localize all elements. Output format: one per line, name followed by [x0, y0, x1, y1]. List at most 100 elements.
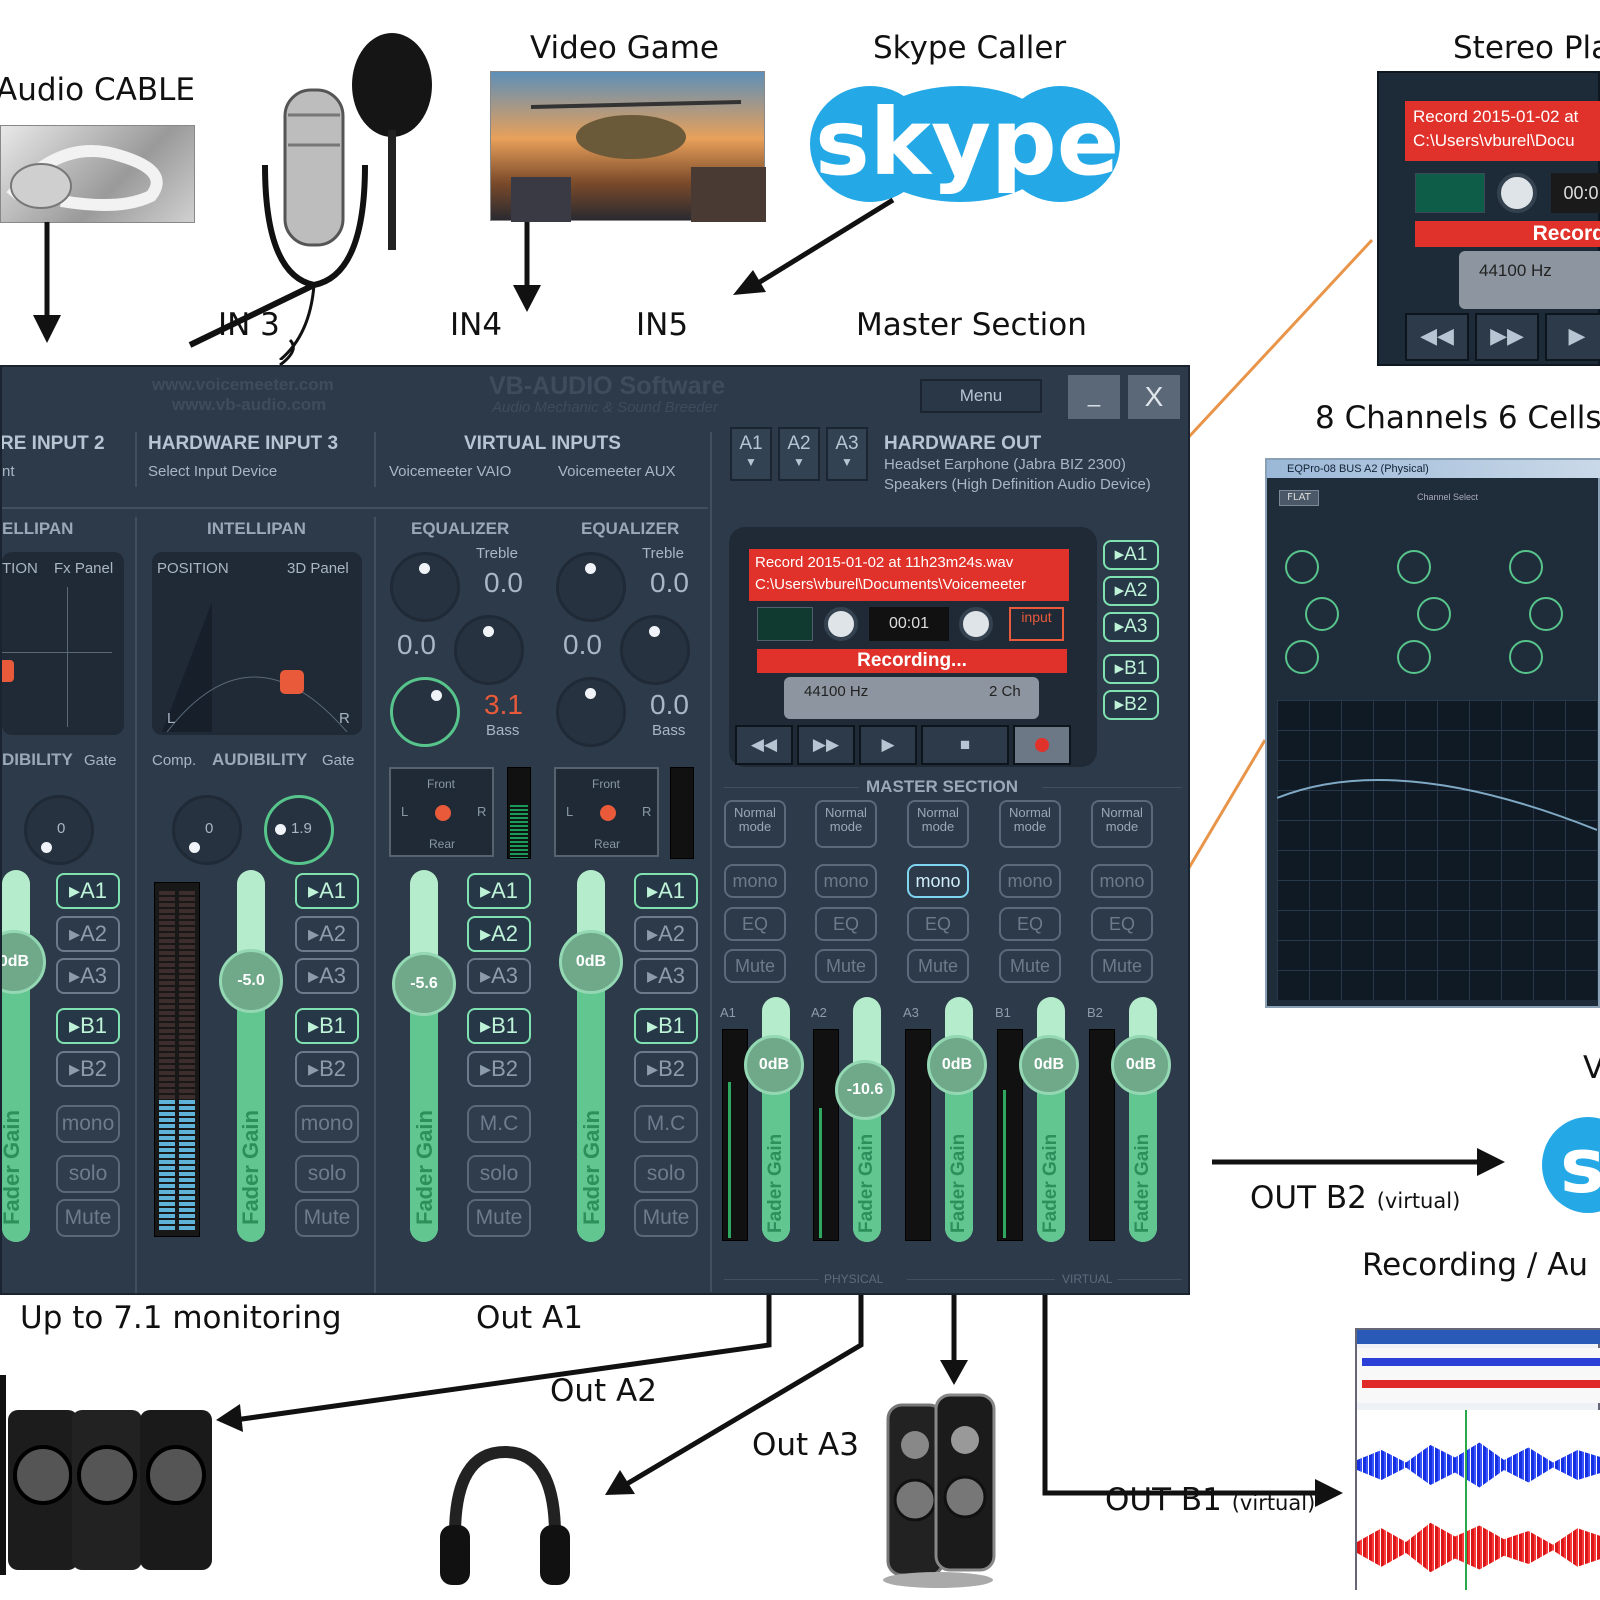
- normal-mode-button-b1[interactable]: Normal mode: [999, 800, 1061, 848]
- master-gain-knob-a2[interactable]: -10.6: [835, 1060, 895, 1120]
- strip-3-b2-button[interactable]: ▸B2: [295, 1051, 359, 1087]
- recorder-b1-button[interactable]: ▸B1: [1103, 654, 1159, 684]
- comp-3-knob[interactable]: 0: [172, 795, 242, 865]
- vaio-a3-button[interactable]: ▸A3: [467, 958, 531, 994]
- normal-mode-button-a3[interactable]: Normal mode: [907, 800, 969, 848]
- strip-3-mute-button[interactable]: Mute: [295, 1199, 359, 1237]
- aux-a2-button[interactable]: ▸A2: [634, 916, 698, 952]
- strip-2-a2-button[interactable]: ▸A2: [56, 916, 120, 952]
- master-gain-knob-a3[interactable]: 0dB: [927, 1035, 987, 1095]
- strip-2-a1-button[interactable]: ▸A1: [56, 873, 120, 909]
- strip-3-a2-button[interactable]: ▸A2: [295, 916, 359, 952]
- strip-3-a3-button[interactable]: ▸A3: [295, 958, 359, 994]
- pan-2-handle[interactable]: [2, 660, 14, 682]
- master-eq-button-a2[interactable]: EQ: [815, 907, 877, 941]
- vaio-solo-button[interactable]: solo: [467, 1155, 531, 1193]
- normal-mode-button-a2[interactable]: Normal mode: [815, 800, 877, 848]
- master-eq-button-a3[interactable]: EQ: [907, 907, 969, 941]
- master-mute-button-b1[interactable]: Mute: [999, 949, 1061, 983]
- strip-2-a3-button[interactable]: ▸A3: [56, 958, 120, 994]
- surround-2-handle[interactable]: [600, 805, 616, 821]
- master-eq-button-b1[interactable]: EQ: [999, 907, 1061, 941]
- strip-2-b1-button[interactable]: ▸B1: [56, 1008, 120, 1044]
- master-mute-button-a3[interactable]: Mute: [907, 949, 969, 983]
- strip-2-mute-button[interactable]: Mute: [56, 1199, 120, 1237]
- strip-2-b2-button[interactable]: ▸B2: [56, 1051, 120, 1087]
- pan-pad-3[interactable]: POSITION 3D Panel L R: [152, 552, 362, 735]
- hw-out-a3-select[interactable]: A3 ▼: [826, 427, 868, 481]
- strip-3-b1-button[interactable]: ▸B1: [295, 1008, 359, 1044]
- master-eq-button-b2[interactable]: EQ: [1091, 907, 1153, 941]
- aux-gain-knob[interactable]: 0dB: [559, 930, 623, 994]
- eq2-mid-knob[interactable]: [620, 615, 690, 685]
- eq1-treble-knob[interactable]: [390, 552, 460, 622]
- pan-3-handle[interactable]: [280, 670, 304, 694]
- aux-b1-button[interactable]: ▸B1: [634, 1008, 698, 1044]
- hw-input-3-device[interactable]: Select Input Device: [148, 463, 277, 480]
- player-forward-button[interactable]: ▶▶: [1475, 313, 1539, 361]
- recorder-a3-button[interactable]: ▸A3: [1103, 612, 1159, 642]
- strip-3-solo-button[interactable]: solo: [295, 1155, 359, 1193]
- master-mono-button-a1[interactable]: mono: [724, 864, 786, 898]
- strip-2-mono-button[interactable]: mono: [56, 1105, 120, 1143]
- hw-out-a1-select[interactable]: A1 ▼: [730, 427, 772, 481]
- master-mono-button-b2[interactable]: mono: [1091, 864, 1153, 898]
- recorder-b2-button[interactable]: ▸B2: [1103, 690, 1159, 720]
- vaio-b2-button[interactable]: ▸B2: [467, 1051, 531, 1087]
- gate-2-knob[interactable]: 0: [24, 795, 94, 865]
- eq1-bass-knob[interactable]: [390, 677, 460, 747]
- master-gain-knob-b1[interactable]: 0dB: [1019, 1035, 1079, 1095]
- aux-mute-button[interactable]: Mute: [634, 1199, 698, 1237]
- normal-mode-button-a1[interactable]: Normal mode: [724, 800, 786, 848]
- surround-pad-1[interactable]: Front L R Rear: [389, 767, 494, 857]
- strip-3-gain-knob[interactable]: -5.0: [219, 949, 283, 1013]
- recorder-input-button[interactable]: input: [1009, 607, 1064, 641]
- eq2-bass-knob[interactable]: [556, 677, 626, 747]
- vaio-b1-button[interactable]: ▸B1: [467, 1008, 531, 1044]
- master-mute-button-a1[interactable]: Mute: [724, 949, 786, 983]
- recorder-a1-button[interactable]: ▸A1: [1103, 540, 1159, 570]
- eq1-mid-knob[interactable]: [454, 615, 524, 685]
- master-mono-button-a2[interactable]: mono: [815, 864, 877, 898]
- aux-a1-button[interactable]: ▸A1: [634, 873, 698, 909]
- eq2-treble-knob[interactable]: [556, 552, 626, 622]
- master-gain-knob-a1[interactable]: 0dB: [744, 1035, 804, 1095]
- close-button[interactable]: X: [1128, 375, 1180, 419]
- master-mute-button-b2[interactable]: Mute: [1091, 949, 1153, 983]
- master-eq-button-a1[interactable]: EQ: [724, 907, 786, 941]
- recorder-stop-button[interactable]: ■: [921, 725, 1009, 765]
- recorder-forward-button[interactable]: ▶▶: [797, 725, 855, 765]
- master-mute-button-a2[interactable]: Mute: [815, 949, 877, 983]
- vaio-gain-knob[interactable]: -5.6: [392, 952, 456, 1016]
- strip-2-gain-knob[interactable]: 0dB: [2, 930, 46, 994]
- recorder-record-button[interactable]: [1013, 725, 1071, 765]
- hw-out-a2-select[interactable]: A2 ▼: [778, 427, 820, 481]
- aux-b2-button[interactable]: ▸B2: [634, 1051, 698, 1087]
- vaio-a1-button[interactable]: ▸A1: [467, 873, 531, 909]
- surround-pad-2[interactable]: Front L R Rear: [554, 767, 659, 857]
- aux-solo-button[interactable]: solo: [634, 1155, 698, 1193]
- menu-button[interactable]: Menu: [920, 379, 1042, 413]
- aux-a3-button[interactable]: ▸A3: [634, 958, 698, 994]
- vaio-mc-button[interactable]: M.C: [467, 1105, 531, 1143]
- strip-2-solo-button[interactable]: solo: [56, 1155, 120, 1193]
- hw-input-2-device[interactable]: nt: [2, 463, 15, 480]
- eq-flat-button[interactable]: FLAT: [1279, 490, 1319, 506]
- player-play-button[interactable]: ▶: [1545, 313, 1600, 361]
- recorder-a2-button[interactable]: ▸A2: [1103, 576, 1159, 606]
- normal-mode-button-b2[interactable]: Normal mode: [1091, 800, 1153, 848]
- minimize-button[interactable]: _: [1068, 375, 1120, 419]
- master-mono-button-b1[interactable]: mono: [999, 864, 1061, 898]
- vaio-mute-button[interactable]: Mute: [467, 1199, 531, 1237]
- panel-3d-label[interactable]: 3D Panel: [287, 560, 349, 577]
- vaio-a2-button[interactable]: ▸A2: [467, 916, 531, 952]
- master-gain-knob-b2[interactable]: 0dB: [1111, 1035, 1171, 1095]
- master-mono-button-a3[interactable]: mono: [907, 864, 969, 898]
- player-rewind-button[interactable]: ◀◀: [1405, 313, 1469, 361]
- strip-3-a1-button[interactable]: ▸A1: [295, 873, 359, 909]
- recorder-rewind-button[interactable]: ◀◀: [735, 725, 793, 765]
- recorder-play-button[interactable]: ▶: [859, 725, 917, 765]
- gate-3-knob[interactable]: 1.9: [264, 795, 334, 865]
- strip-3-mono-button[interactable]: mono: [295, 1105, 359, 1143]
- surround-1-handle[interactable]: [435, 805, 451, 821]
